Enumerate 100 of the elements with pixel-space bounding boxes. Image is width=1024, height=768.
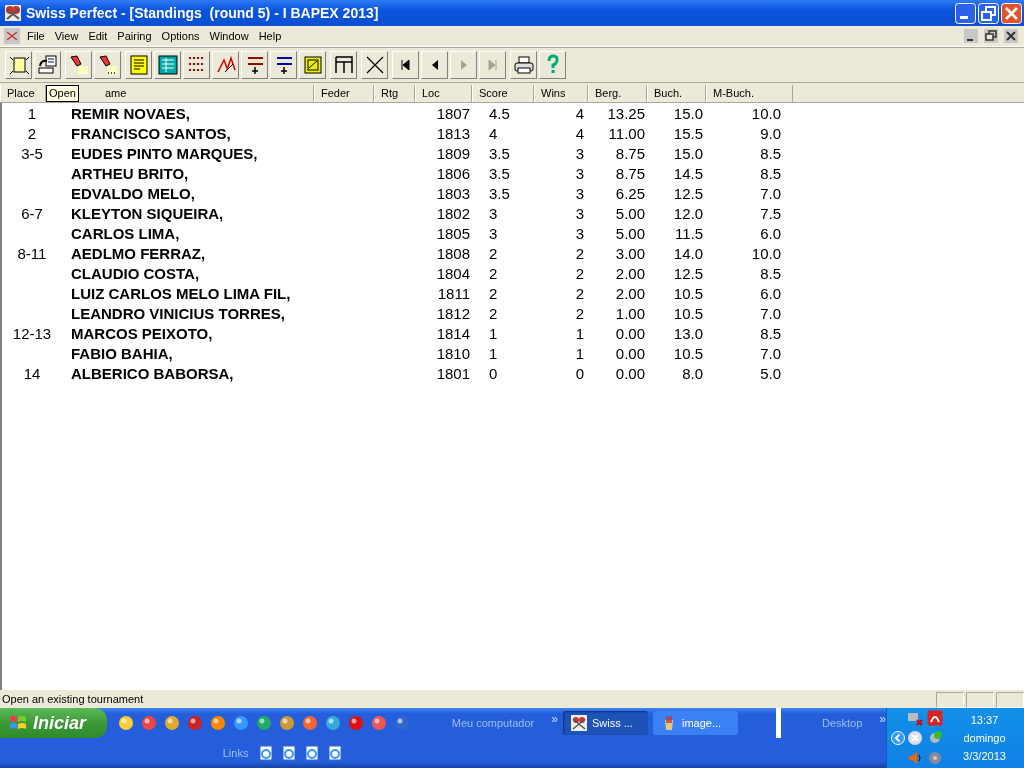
- column-header[interactable]: Score: [472, 85, 534, 102]
- toolbar-button[interactable]: [241, 51, 268, 79]
- quick-launch-button[interactable]: [116, 713, 135, 733]
- table-cell: 5.00: [615, 205, 645, 222]
- table-cell: 6.0: [760, 285, 781, 302]
- table-cell: 13.0: [673, 325, 703, 342]
- link-button[interactable]: [326, 743, 345, 763]
- quick-launch-button[interactable]: [231, 713, 250, 733]
- player-name: LEANDRO VINICIUS TORRES,: [71, 305, 285, 322]
- toolbar-button[interactable]: [5, 51, 32, 79]
- taskbar-button[interactable]: image...: [652, 711, 738, 735]
- toolbar-button[interactable]: [94, 51, 121, 79]
- quick-launch-button[interactable]: [208, 713, 227, 733]
- quick-launch-button[interactable]: [185, 713, 204, 733]
- quick-launch-button[interactable]: [369, 713, 388, 733]
- close-icon: [1004, 29, 1018, 43]
- menu-item[interactable]: View: [49, 30, 84, 42]
- table-cell: 1: [27, 105, 37, 122]
- table-cell: 2.00: [615, 265, 645, 282]
- window-title: Swiss Perfect - [Standings (round 5) - I BAPEX 2013]: [26, 5, 380, 21]
- table-cell: 3: [575, 165, 584, 182]
- table-cell: 2: [575, 285, 584, 302]
- table-cell: 13.25: [607, 105, 645, 122]
- table-cell: 3: [489, 205, 498, 222]
- table-cell: 15.0: [673, 145, 703, 162]
- toolbar-button[interactable]: [34, 51, 61, 79]
- quick-launch-button[interactable]: [300, 713, 319, 733]
- table-cell: 0: [575, 365, 584, 382]
- toolbar-button[interactable]: [270, 51, 297, 79]
- quick-launch-button[interactable]: [277, 713, 296, 733]
- table-cell: 1.00: [615, 305, 645, 322]
- link-button[interactable]: [257, 743, 276, 763]
- menu-item[interactable]: File: [22, 30, 50, 42]
- table-cell: 3: [575, 205, 584, 222]
- chevron-button[interactable]: »: [551, 712, 558, 726]
- close-icon: [1001, 2, 1022, 24]
- column-header[interactable]: Berg.: [588, 85, 647, 102]
- column-header[interactable]: Loc: [415, 85, 472, 102]
- disabled-icon: [907, 730, 923, 746]
- table-cell: 7.5: [760, 205, 781, 222]
- toolbar-button[interactable]: [392, 51, 419, 79]
- table-cell: 4: [575, 125, 584, 142]
- last-icon: [488, 60, 497, 70]
- table-cell: 1: [489, 345, 498, 362]
- web-page-icon: [258, 745, 275, 761]
- toolbar-button[interactable]: [510, 51, 537, 79]
- quick-launch-button[interactable]: [162, 713, 181, 733]
- menu-item[interactable]: Options: [156, 30, 205, 42]
- player-name: AEDLMO FERRAZ,: [71, 245, 206, 262]
- chevron-left-icon: [891, 731, 905, 745]
- table-cell: 3-5: [21, 145, 43, 162]
- link-button[interactable]: [303, 743, 322, 763]
- quick-launch-button[interactable]: [392, 713, 411, 733]
- table-cell: 11.5: [674, 225, 703, 242]
- menu-item[interactable]: Help: [253, 30, 287, 42]
- column-header[interactable]: Feder: [314, 85, 374, 102]
- table-cell: 1: [489, 325, 498, 342]
- application-icon: [393, 715, 410, 731]
- table-cell: 3.5: [489, 145, 510, 162]
- table-icon: [332, 54, 355, 76]
- table-cell: 4: [489, 125, 498, 142]
- table-cell: 12.5: [673, 185, 703, 202]
- column-header[interactable]: Buch.: [647, 85, 706, 102]
- toolbar-button[interactable]: [330, 51, 357, 79]
- column-header[interactable]: Rtg: [374, 85, 415, 102]
- toolbar-button[interactable]: [361, 51, 388, 79]
- menu-item[interactable]: Edit: [83, 30, 113, 42]
- toolbar-button[interactable]: [65, 51, 92, 79]
- quick-launch-button[interactable]: [139, 713, 158, 733]
- table-cell: 3: [575, 185, 584, 202]
- player-name: EDVALDO MELO,: [71, 185, 195, 202]
- antivirus-icon: [927, 710, 943, 726]
- quick-launch-button[interactable]: [254, 713, 273, 733]
- toolbar-label: Desktop: [821, 717, 863, 729]
- toolbar-button[interactable]: [421, 51, 448, 79]
- toolbar-button[interactable]: [183, 51, 210, 79]
- quick-launch-button[interactable]: [323, 713, 342, 733]
- taskbar-button[interactable]: Swiss ...: [562, 711, 648, 735]
- table-cell: 15.0: [673, 105, 703, 122]
- table-cell: 10.5: [673, 285, 703, 302]
- chevron-button[interactable]: »: [879, 712, 886, 726]
- menu-item[interactable]: Window: [204, 30, 254, 42]
- table-cell: 2: [575, 305, 584, 322]
- link-button[interactable]: [280, 743, 299, 763]
- column-header[interactable]: Wins: [534, 85, 588, 102]
- previous-icon: [431, 60, 438, 70]
- web-page-icon: [281, 745, 298, 761]
- table-cell: 1: [575, 325, 584, 342]
- table-cell: 8.5: [760, 145, 781, 162]
- web-page-icon: [304, 745, 321, 761]
- flashlight-icon: [67, 54, 90, 76]
- quick-launch-button[interactable]: [346, 713, 365, 733]
- menu-item[interactable]: Pairing: [112, 30, 157, 42]
- start-button[interactable]: Iniciar: [0, 708, 107, 738]
- player-name: CLAUDIO COSTA,: [71, 265, 200, 282]
- restore-icon: [984, 29, 998, 43]
- minimize-icon: [964, 29, 978, 43]
- network-error-icon: [907, 710, 923, 726]
- toolbar-button[interactable]: [154, 51, 181, 79]
- column-header[interactable]: M-Buch.: [706, 85, 793, 102]
